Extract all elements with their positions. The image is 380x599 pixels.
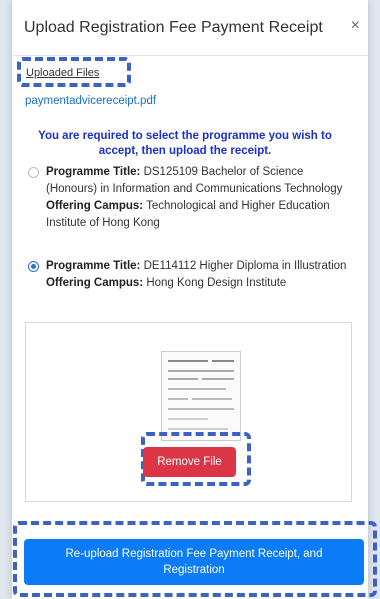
offering-campus-label: Offering Campus: [46, 277, 144, 289]
document-thumbnail [161, 351, 241, 441]
programme-title-label: Programme Title: [46, 260, 141, 272]
modal-header: Upload Registration Fee Payment Receipt … [12, 0, 368, 56]
programme-option-2[interactable]: Programme Title: DE114112 Higher Diploma… [28, 258, 348, 292]
offering-campus-value: Hong Kong Design Institute [146, 277, 287, 289]
option-2-text: Programme Title: DE114112 Higher Diploma… [46, 258, 348, 292]
radio-programme-2[interactable] [28, 261, 39, 272]
option-1-text: Programme Title: DS125109 Bachelor of Sc… [46, 164, 348, 232]
reupload-and-register-button[interactable]: Re-upload Registration Fee Payment Recei… [24, 539, 364, 585]
modal-title: Upload Registration Fee Payment Receipt [24, 19, 323, 36]
programme-option-1[interactable]: Programme Title: DS125109 Bachelor of Sc… [28, 164, 348, 232]
instruction-text: You are required to select the programme… [38, 130, 332, 157]
upload-receipt-modal: Upload Registration Fee Payment Receipt … [12, 0, 368, 599]
uploaded-file-link[interactable]: paymentadvicereceipt.pdf [25, 95, 156, 107]
uploaded-files-label: Uploaded Files [26, 67, 100, 79]
offering-campus-label: Offering Campus: [46, 200, 144, 212]
radio-programme-1[interactable] [28, 167, 39, 178]
programme-title-value: DE114112 Higher Diploma in Illustration [143, 260, 347, 272]
background-right [368, 0, 380, 599]
close-icon[interactable]: × [351, 17, 360, 35]
programme-title-label: Programme Title: [46, 166, 141, 178]
remove-file-button[interactable]: Remove File [143, 447, 236, 477]
background-left [0, 0, 12, 599]
